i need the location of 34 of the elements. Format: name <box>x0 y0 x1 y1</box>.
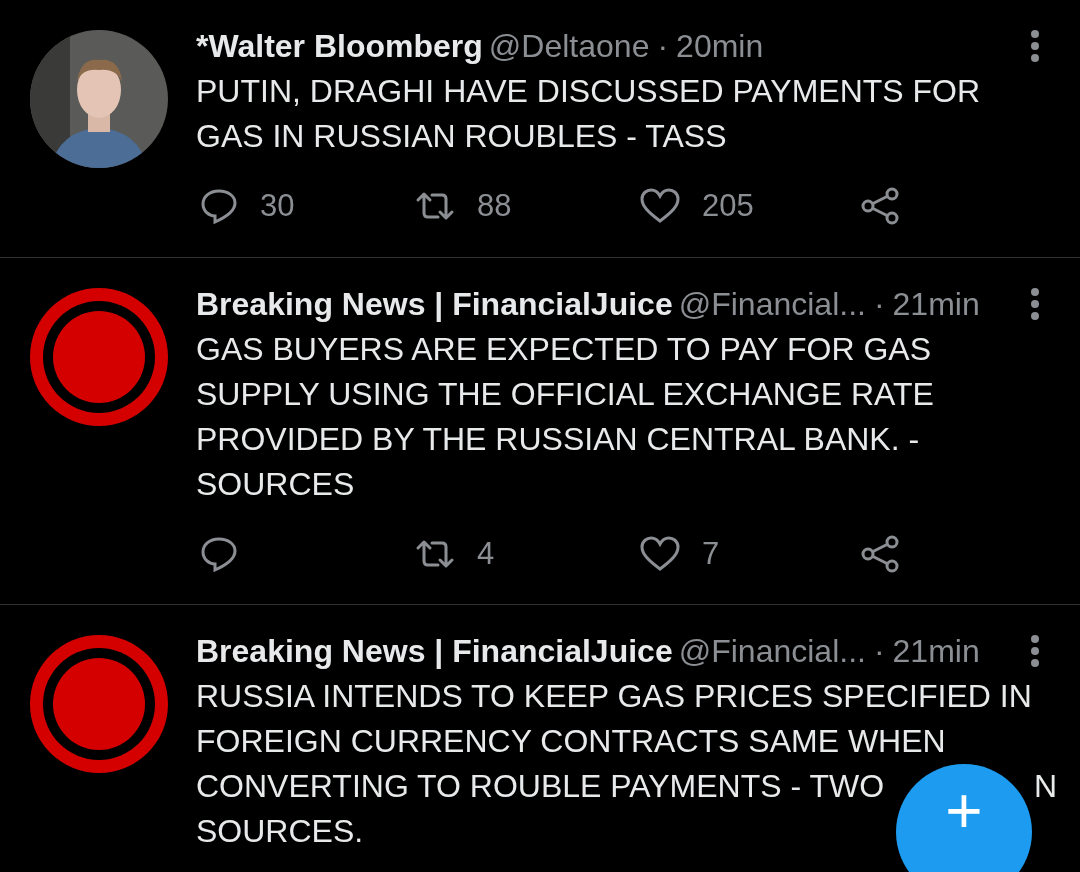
reply-icon[interactable] <box>200 535 238 572</box>
count: 30 <box>260 187 295 225</box>
tweet-text-fragment: SOURCES. <box>196 812 364 851</box>
count: 4 <box>477 534 495 573</box>
retweet-icon[interactable] <box>415 538 455 569</box>
retweet-icon[interactable] <box>415 191 455 222</box>
timestamp: 21min <box>892 632 980 671</box>
separator: · <box>873 632 885 671</box>
display-name[interactable]: *Walter Bloomberg <box>196 24 483 68</box>
display-name[interactable]: Breaking News | FinancialJuice <box>196 629 673 673</box>
share-icon[interactable] <box>860 534 900 573</box>
handle: @Deltaone <box>488 27 650 66</box>
handle: @Financial... <box>678 284 866 324</box>
count: 205 <box>702 187 754 225</box>
count: 88 <box>477 187 512 225</box>
reply-icon[interactable] <box>200 188 238 225</box>
heart-icon[interactable] <box>640 188 680 225</box>
timestamp: 20min <box>676 27 764 66</box>
more-icon[interactable] <box>1030 634 1040 668</box>
timestamp: 21min <box>892 284 980 324</box>
tweet-text: GAS BUYERS ARE EXPECTED TO PAY FOR GAS SUPPLY USING THE OFFICIAL EXCHANGE RATE PROVIDED BY THE RUSSIAN CENTRAL BANK. - SOURCES <box>196 329 935 504</box>
more-icon[interactable] <box>1030 286 1040 321</box>
handle: @Financial... <box>678 632 866 671</box>
display-name[interactable]: Breaking News | FinancialJuice <box>196 281 673 326</box>
more-icon[interactable] <box>1030 29 1040 63</box>
count: 7 <box>702 534 720 573</box>
tweet-text: PUTIN, DRAGHI HAVE DISCUSSED PAYMENTS FOR GAS IN RUSSIAN ROUBLES - TASS <box>196 72 982 156</box>
heart-icon[interactable] <box>640 535 680 572</box>
avatar[interactable] <box>30 287 168 426</box>
avatar[interactable] <box>30 635 168 773</box>
tweet-text-fragment: N <box>1033 767 1057 806</box>
separator: · <box>657 27 669 66</box>
share-icon[interactable] <box>860 187 900 226</box>
separator: · <box>873 284 885 324</box>
